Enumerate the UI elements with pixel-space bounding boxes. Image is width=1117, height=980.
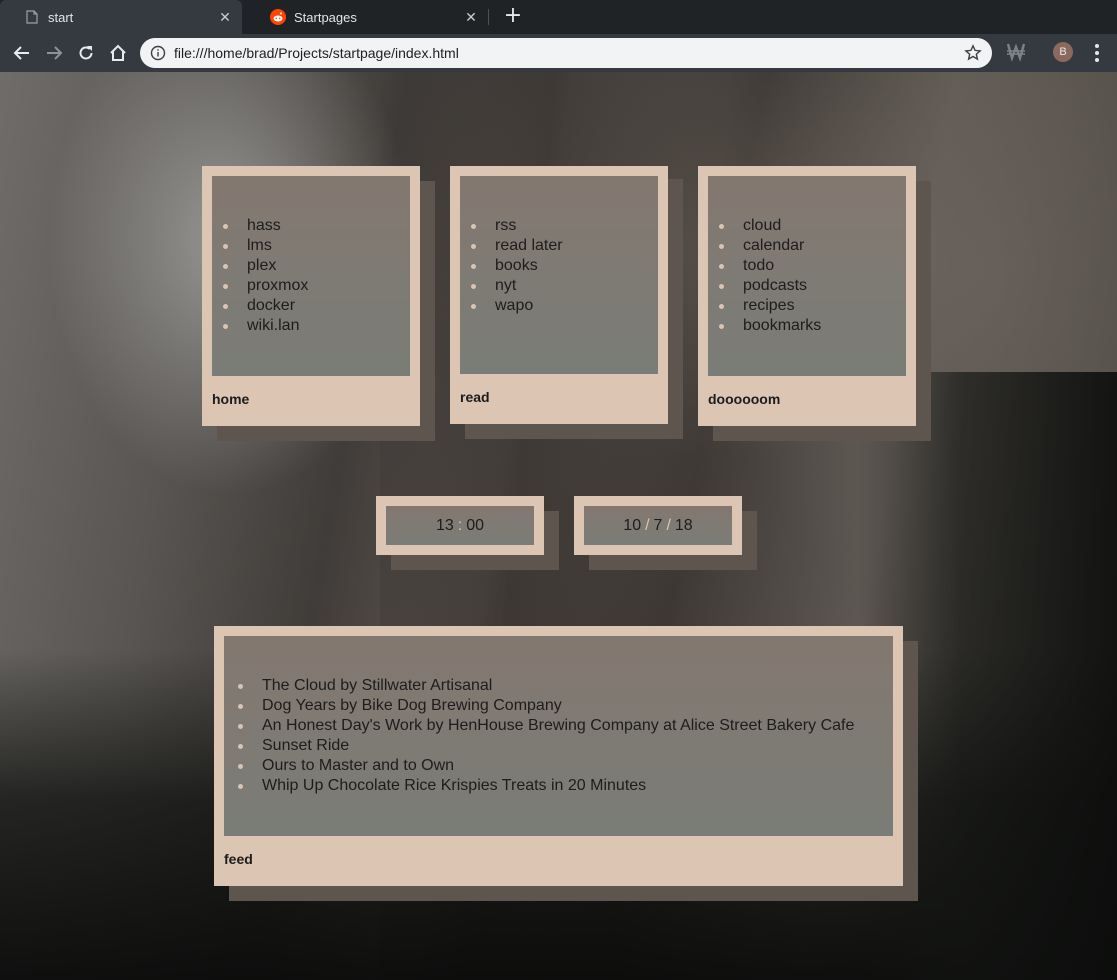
card-inner: 13 : 00 <box>386 506 534 545</box>
list-item[interactable]: bookmarks <box>708 316 906 336</box>
list-item[interactable]: todo <box>708 256 906 276</box>
card-caption: home <box>212 391 250 407</box>
reddit-icon <box>270 9 286 25</box>
forward-button[interactable] <box>41 40 67 66</box>
list-item[interactable]: docker <box>212 296 410 316</box>
list-item[interactable]: wiki.lan <box>212 316 410 336</box>
reload-button[interactable] <box>73 40 99 66</box>
date-month: 7 <box>653 516 663 534</box>
card-inner: hass lms plex proxmox docker wiki.lan <box>212 176 410 376</box>
clock-hours: 13 <box>435 516 454 534</box>
close-tab-icon[interactable]: ✕ <box>216 8 234 26</box>
card-inner: 10 / 7 / 18 <box>584 506 732 545</box>
tab-start[interactable]: start ✕ <box>0 0 242 34</box>
date-separator: / <box>666 516 671 534</box>
extension-icon[interactable] <box>1006 41 1026 63</box>
list-item[interactable]: cloud <box>708 216 906 236</box>
bookmark-star-icon[interactable] <box>964 44 982 62</box>
date-separator: / <box>645 516 650 534</box>
list-item[interactable]: hass <box>212 216 410 236</box>
url-text[interactable]: file:///home/brad/Projects/startpage/ind… <box>174 45 459 61</box>
tab-title: start <box>48 9 74 25</box>
feed-item[interactable]: The Cloud by Stillwater Artisanal <box>227 676 893 696</box>
date-card: 10 / 7 / 18 <box>574 496 742 555</box>
card-caption: doooooom <box>708 391 781 407</box>
profile-avatar[interactable]: B <box>1053 42 1073 62</box>
back-button[interactable] <box>9 40 35 66</box>
list-item[interactable]: recipes <box>708 296 906 316</box>
time-separator: : <box>457 516 463 534</box>
browser-toolbar: file:///home/brad/Projects/startpage/ind… <box>0 34 1117 72</box>
date-year: 18 <box>674 516 693 534</box>
list-item[interactable]: calendar <box>708 236 906 256</box>
list-item[interactable]: lms <box>212 236 410 256</box>
tab-strip: start ✕ Startpages ✕ + <box>0 0 1117 34</box>
feed-item[interactable]: An Honest Day's Work by HenHouse Brewing… <box>227 716 893 736</box>
browser-menu-icon[interactable] <box>1091 42 1103 64</box>
info-icon[interactable] <box>150 45 166 61</box>
card-inner: rss read later books nyt wapo <box>460 176 658 374</box>
card-caption: read <box>460 389 490 405</box>
feed-item[interactable]: Sunset Ride <box>227 736 893 756</box>
tab-title: Startpages <box>294 9 357 25</box>
clock-card: 13 : 00 <box>376 496 544 555</box>
reload-icon <box>79 46 93 60</box>
date-day: 10 <box>623 516 642 534</box>
list-item[interactable]: books <box>460 256 658 276</box>
list-item[interactable]: rss <box>460 216 658 236</box>
arrow-right-icon <box>47 46 63 60</box>
home-icon <box>110 44 126 61</box>
list-item[interactable]: nyt <box>460 276 658 296</box>
link-list: hass lms plex proxmox docker wiki.lan <box>212 216 410 336</box>
close-tab-icon[interactable]: ✕ <box>462 8 480 26</box>
clock-minutes: 00 <box>466 516 485 534</box>
new-tab-button[interactable]: + <box>500 4 526 30</box>
list-item[interactable]: plex <box>212 256 410 276</box>
link-list: cloud calendar todo podcasts recipes boo… <box>708 216 906 336</box>
tab-separator <box>488 9 489 25</box>
home-button[interactable] <box>105 40 131 66</box>
tab-startpages[interactable]: Startpages ✕ <box>246 0 488 34</box>
address-bar[interactable]: file:///home/brad/Projects/startpage/ind… <box>140 38 992 68</box>
clock-display: 13 : 00 <box>386 506 534 545</box>
feed-item[interactable]: Dog Years by Bike Dog Brewing Company <box>227 696 893 716</box>
feed-item[interactable]: Whip Up Chocolate Rice Krispies Treats i… <box>227 776 893 796</box>
card-doom: cloud calendar todo podcasts recipes boo… <box>698 166 916 426</box>
startpage: hass lms plex proxmox docker wiki.lan ho… <box>0 72 1117 980</box>
feed-item[interactable]: Ours to Master and to Own <box>227 756 893 776</box>
card-inner: cloud calendar todo podcasts recipes boo… <box>708 176 906 376</box>
feed-card: The Cloud by Stillwater Artisanal Dog Ye… <box>214 626 903 886</box>
list-item[interactable]: read later <box>460 236 658 256</box>
list-item[interactable]: podcasts <box>708 276 906 296</box>
feed-list: The Cloud by Stillwater Artisanal Dog Ye… <box>227 676 893 796</box>
card-read: rss read later books nyt wapo read <box>450 166 668 424</box>
link-list: rss read later books nyt wapo <box>460 216 658 316</box>
page-icon <box>24 9 40 25</box>
arrow-left-icon <box>13 46 29 60</box>
date-display: 10 / 7 / 18 <box>584 506 732 545</box>
list-item[interactable]: wapo <box>460 296 658 316</box>
card-caption: feed <box>224 851 253 867</box>
list-item[interactable]: proxmox <box>212 276 410 296</box>
card-inner: The Cloud by Stillwater Artisanal Dog Ye… <box>224 636 893 836</box>
card-home: hass lms plex proxmox docker wiki.lan ho… <box>202 166 420 426</box>
